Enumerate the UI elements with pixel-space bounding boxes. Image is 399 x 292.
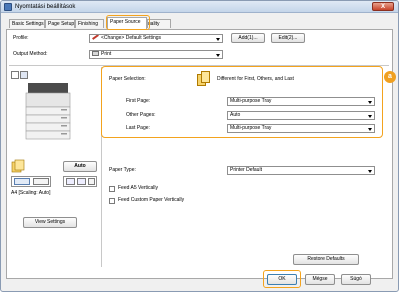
- tab-highlight-frame: [106, 15, 150, 30]
- pencil-icon: [92, 35, 99, 40]
- callout-badge: a: [384, 71, 396, 83]
- restore-defaults-button[interactable]: Restore Defaults: [293, 254, 359, 265]
- printer-illustration: [25, 83, 71, 140]
- feed-a5-label: Feed A5 Vertically: [118, 185, 159, 191]
- preview-mode-icon[interactable]: [11, 71, 19, 79]
- paper-stack-icon: [11, 159, 25, 173]
- cancel-button[interactable]: Mégse: [305, 274, 335, 285]
- tab-basic-settings[interactable]: Basic Settings: [9, 19, 45, 28]
- feed-a5-checkbox[interactable]: [109, 186, 115, 192]
- preview-page-buttons: [11, 176, 51, 187]
- feed-custom-label: Feed Custom Paper Vertically: [118, 197, 185, 203]
- paper-selection-highlight: [101, 66, 383, 138]
- chevron-down-icon: [216, 38, 220, 41]
- tab-page-setup[interactable]: Page Setup: [45, 19, 75, 28]
- preview-layout-icon[interactable]: [20, 71, 28, 79]
- printing-preferences-window: Nyomtatási beállítások X Basic Settings …: [0, 0, 399, 292]
- chevron-down-icon: [368, 170, 372, 173]
- title-bar: Nyomtatási beállítások X: [1, 1, 398, 13]
- duplex-icon[interactable]: [66, 178, 75, 185]
- output-method-label: Output Method:: [13, 51, 48, 57]
- output-method-value: Print: [101, 51, 112, 57]
- view-settings-button[interactable]: View Settings: [23, 217, 77, 228]
- printer-app-icon: [4, 3, 12, 11]
- auto-button[interactable]: Auto: [63, 161, 97, 172]
- paper-type-select[interactable]: Printer Default: [227, 166, 375, 175]
- ok-highlight-frame: [263, 270, 301, 288]
- chevron-down-icon: [216, 54, 220, 57]
- watermark-icon[interactable]: [88, 178, 95, 185]
- close-button[interactable]: X: [372, 2, 394, 11]
- paper-type-label: Paper Type:: [109, 167, 136, 173]
- window-title: Nyomtatási beállítások: [15, 4, 76, 10]
- output-method-select[interactable]: Print: [89, 50, 223, 59]
- tab-finishing[interactable]: Finishing: [75, 19, 104, 28]
- scaling-text: A4 [Scaling: Auto]: [11, 190, 51, 196]
- preview-extra-buttons: [63, 176, 97, 187]
- paper-type-value: Printer Default: [230, 167, 262, 173]
- tab-quality[interactable]: Quality: [147, 19, 171, 28]
- page-layout-icon[interactable]: [14, 178, 30, 185]
- help-button[interactable]: Súgó: [341, 274, 371, 285]
- profile-value: <Change> Default Settings: [101, 35, 162, 41]
- printer-icon: [92, 51, 99, 57]
- feed-custom-checkbox[interactable]: [109, 198, 115, 204]
- add-profile-button[interactable]: Add(1)...: [231, 33, 265, 43]
- profile-label: Profile:: [13, 35, 29, 41]
- booklet-icon[interactable]: [77, 178, 86, 185]
- staple-icon[interactable]: [33, 178, 49, 185]
- edit-profile-button[interactable]: Edit(2)...: [271, 33, 305, 43]
- profile-select[interactable]: <Change> Default Settings: [89, 34, 223, 43]
